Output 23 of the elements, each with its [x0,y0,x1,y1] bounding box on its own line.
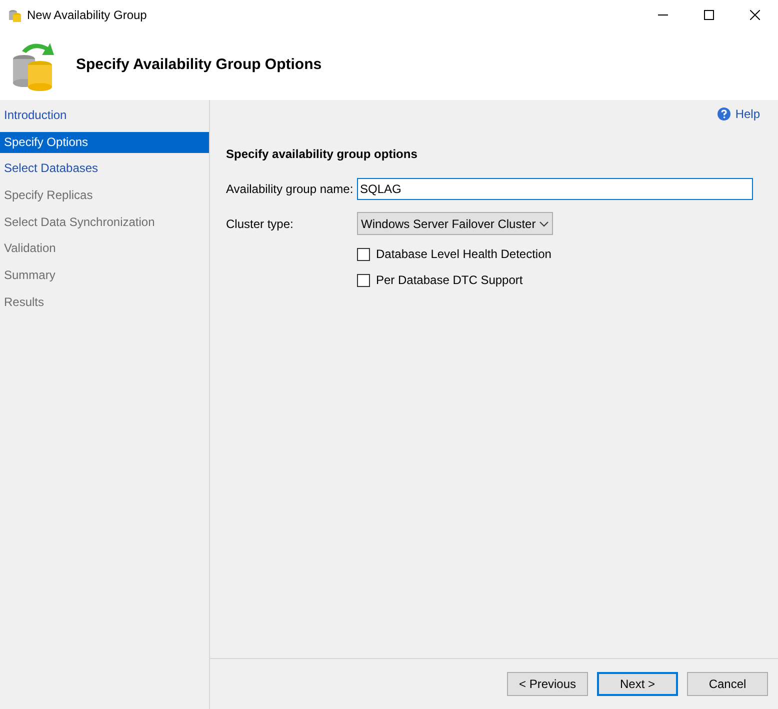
database-icon [8,7,22,23]
wizard-button[interactable]: Cancel [687,672,768,696]
name-input-field[interactable]: SQLAG [357,178,753,200]
checkbox-label: Database Level Health Detection [376,246,552,263]
field-label: Cluster type: [226,216,294,232]
sidebar-item[interactable]: Select Databases [0,158,209,180]
section-title: Specify availability group options [226,146,418,163]
close-icon [750,10,760,20]
sidebar-item[interactable]: Specify Options [0,132,209,153]
sidebar-item[interactable]: Introduction [0,105,209,126]
maximize-icon [704,10,714,20]
wizard-button[interactable]: Next > [597,672,678,696]
field-label: Availability group name: [226,181,354,198]
checkbox[interactable] [357,248,370,260]
help-link[interactable]: Help [717,105,760,123]
help-icon [717,107,732,121]
checkbox[interactable] [357,274,370,286]
page-heading: Specify Availability Group Options [76,54,322,75]
checkbox-label: Per Database DTC Support [376,272,523,289]
cluster-type-dropdown[interactable]: Windows Server Failover Cluster [357,212,553,235]
wizard-button[interactable]: < Previous [507,672,588,696]
window-title: New Availability Group [27,7,147,24]
chevron-down-icon [539,220,549,226]
